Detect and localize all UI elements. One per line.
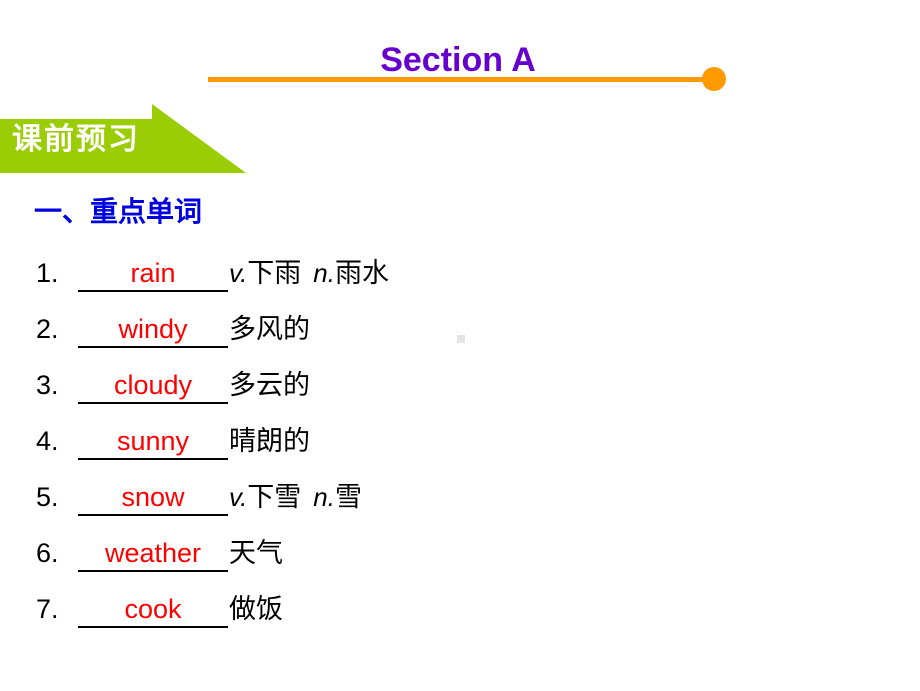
fill-in-blank[interactable]: snow <box>78 481 228 516</box>
orange-dot-icon <box>702 67 726 91</box>
list-item: 3. cloudy 多云的 <box>36 368 656 424</box>
item-number: 2. <box>36 314 59 344</box>
item-number: 1. <box>36 258 59 288</box>
blank-answer: cloudy <box>113 370 193 400</box>
part-of-speech-2: n. <box>313 258 335 288</box>
part-of-speech-1: v. <box>229 258 248 288</box>
meaning-1: 天气 <box>229 538 283 568</box>
vocabulary-list: 1. rain v.下雨 n.雨水 2. windy 多风的 3. cloudy … <box>36 256 656 648</box>
meaning-1: 下雪 <box>247 482 302 512</box>
meaning-2: 雨水 <box>334 258 389 288</box>
list-item: 6. weather 天气 <box>36 536 656 592</box>
part-of-speech-2: n. <box>313 482 335 512</box>
item-number: 4. <box>36 426 59 456</box>
meaning-1: 多云的 <box>229 370 310 400</box>
list-item: 2. windy 多风的 <box>36 312 656 368</box>
meaning-1: 做饭 <box>229 594 283 624</box>
item-number: 5. <box>36 482 59 512</box>
fill-in-blank[interactable]: cloudy <box>78 369 228 404</box>
meaning-2: 雪 <box>334 482 362 512</box>
blank-answer: sunny <box>116 426 190 456</box>
fill-in-blank[interactable]: cook <box>78 593 228 628</box>
meaning-1: 晴朗的 <box>229 426 310 456</box>
part-of-speech-1: v. <box>229 482 248 512</box>
list-item: 5. snow v.下雪 n.雪 <box>36 480 656 536</box>
meaning-1: 下雨 <box>247 258 302 288</box>
page-title: Section A <box>380 41 536 79</box>
section-heading: 一、重点单词 <box>34 196 203 227</box>
section-banner-label: 课前预习 <box>12 123 140 156</box>
list-item: 7. cook 做饭 <box>36 592 656 648</box>
item-number: 3. <box>36 370 59 400</box>
item-gloss: 做饭 <box>228 592 283 626</box>
blank-answer: cook <box>124 594 182 624</box>
item-gloss: v.下雨 n.雨水 <box>228 256 389 290</box>
item-number: 6. <box>36 538 59 568</box>
list-item: 4. sunny 晴朗的 <box>36 424 656 480</box>
item-gloss: 晴朗的 <box>228 424 310 458</box>
fill-in-blank[interactable]: weather <box>78 537 228 572</box>
list-item: 1. rain v.下雨 n.雨水 <box>36 256 656 312</box>
blank-answer: windy <box>118 314 188 344</box>
item-gloss: v.下雪 n.雪 <box>228 480 362 514</box>
fill-in-blank[interactable]: windy <box>78 313 228 348</box>
fill-in-blank[interactable]: sunny <box>78 425 228 460</box>
title-underline-rule <box>208 77 714 82</box>
item-gloss: 多风的 <box>228 312 310 346</box>
blank-answer: snow <box>121 482 185 512</box>
blank-answer: rain <box>130 258 176 288</box>
item-gloss: 天气 <box>228 536 283 570</box>
item-gloss: 多云的 <box>228 368 310 402</box>
meaning-1: 多风的 <box>229 314 310 344</box>
item-number: 7. <box>36 594 59 624</box>
fill-in-blank[interactable]: rain <box>78 257 228 292</box>
slide-canvas: Section A 课前预习 一、重点单词 1. rain v.下雨 n.雨水 2… <box>0 0 920 691</box>
blank-answer: weather <box>104 538 202 568</box>
